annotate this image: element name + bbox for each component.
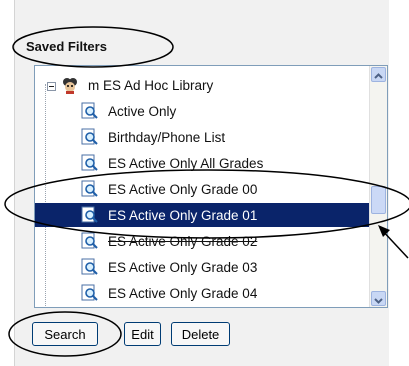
filter-item-es-active-all[interactable]: ES Active Only All Grades	[81, 151, 266, 175]
filter-magnifier-icon	[81, 180, 99, 198]
scroll-down-button[interactable]	[371, 291, 386, 306]
library-icon	[61, 76, 79, 94]
filter-item-label: ES Active Only Grade 04	[108, 285, 258, 301]
filter-magnifier-icon	[81, 206, 99, 224]
filter-magnifier-icon	[81, 232, 99, 250]
filter-magnifier-icon	[81, 154, 99, 172]
tree-guide-line	[45, 84, 47, 307]
scroll-up-button[interactable]	[371, 67, 386, 82]
chevron-down-icon	[374, 298, 383, 304]
vertical-scrollbar[interactable]	[369, 66, 387, 307]
filter-magnifier-icon	[81, 128, 99, 146]
filter-item-es-grade-04[interactable]: ES Active Only Grade 04	[81, 281, 260, 305]
scroll-thumb[interactable]	[371, 186, 386, 214]
edit-button[interactable]: Edit	[124, 322, 161, 346]
filter-item-label: ES Active Only Grade 03	[108, 259, 258, 275]
filter-item-es-grade-02[interactable]: ES Active Only Grade 02	[81, 229, 260, 253]
chevron-up-icon	[374, 73, 383, 79]
filter-item-active-only[interactable]: Active Only	[81, 99, 179, 123]
filter-item-label: ES Active Only Grade 00	[108, 181, 258, 197]
filter-item-label: ES Active Only Grade 01	[105, 206, 261, 224]
filter-item-label: ES Active Only Grade 02	[108, 233, 258, 249]
filter-tree[interactable]: m ES Ad Hoc Library Active Only Birthday…	[34, 65, 388, 308]
search-button[interactable]: Search	[32, 322, 98, 346]
filter-item-label: Birthday/Phone List	[108, 129, 226, 145]
collapse-toggle[interactable]	[47, 82, 56, 91]
filter-magnifier-icon	[81, 284, 99, 302]
delete-button[interactable]: Delete	[171, 322, 230, 346]
tree-root-item[interactable]: m ES Ad Hoc Library	[61, 73, 216, 97]
tree-root-label: m ES Ad Hoc Library	[88, 77, 214, 93]
saved-filters-title: Saved Filters	[26, 39, 107, 54]
filter-item-label: Active Only	[108, 103, 177, 119]
filter-item-es-grade-03[interactable]: ES Active Only Grade 03	[81, 255, 260, 279]
filter-item-es-grade-00[interactable]: ES Active Only Grade 00	[81, 177, 260, 201]
filter-item-es-grade-01[interactable]: ES Active Only Grade 01	[35, 203, 371, 227]
filter-magnifier-icon	[81, 102, 99, 120]
filter-magnifier-icon	[81, 258, 99, 276]
filter-item-birthday-phone[interactable]: Birthday/Phone List	[81, 125, 228, 149]
filter-item-label: ES Active Only All Grades	[108, 155, 264, 171]
